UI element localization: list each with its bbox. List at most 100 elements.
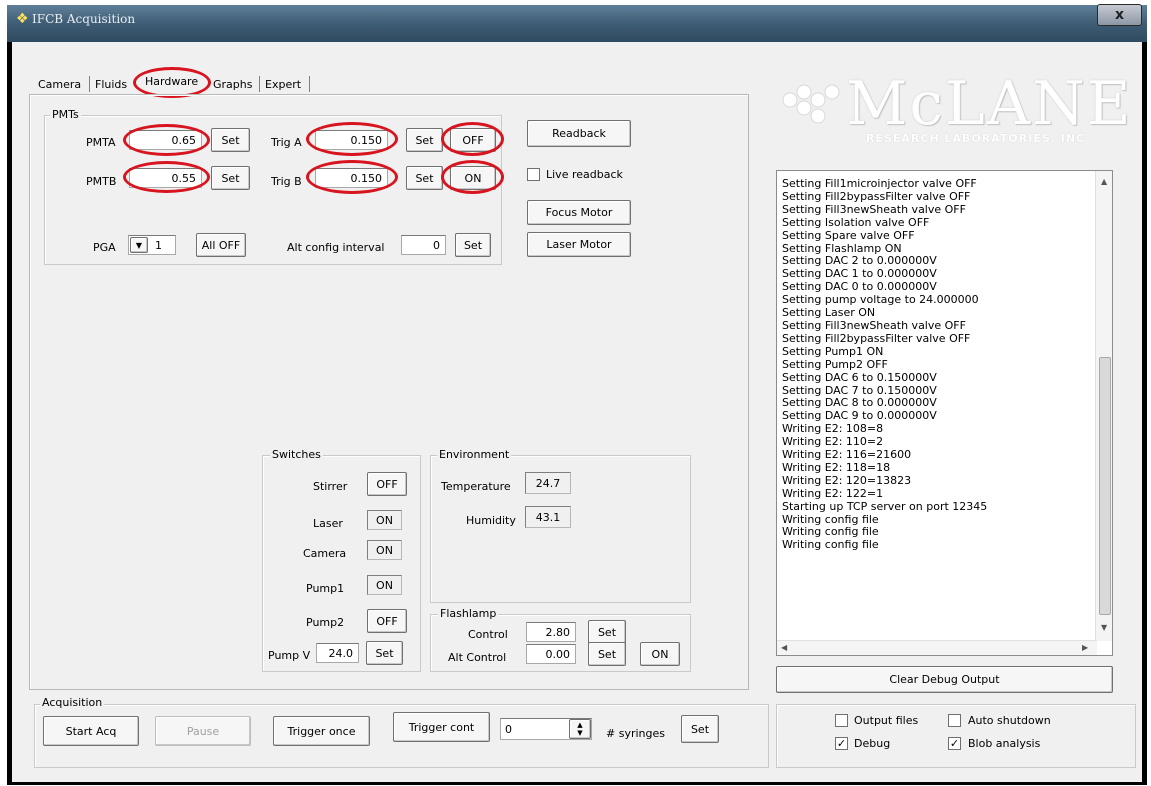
blob-analysis-label: Blob analysis	[968, 737, 1041, 750]
syringes-spinner-icon[interactable]: ▲ ▼	[569, 719, 591, 739]
tab-separator	[259, 76, 260, 92]
alt-config-label: Alt config interval	[287, 241, 385, 254]
scroll-right-icon[interactable]: ▶	[1082, 643, 1088, 652]
scroll-up-icon[interactable]: ▲	[1101, 177, 1107, 186]
debug-line: Setting Pump2 OFF	[782, 357, 888, 371]
horizontal-scrollbar[interactable]: ◀ ▶	[777, 640, 1097, 655]
debug-output-list[interactable]: Setting Fill1microinjector valve OFF Set…	[776, 170, 1113, 656]
control-input[interactable]: 2.80	[526, 622, 576, 642]
mclane-logo: McLANE RESEARCH LABORATORIES, INC	[776, 70, 1131, 152]
logo-text: McLANE	[846, 69, 1133, 139]
scroll-left-icon[interactable]: ◀	[781, 643, 787, 652]
blob-analysis-checkbox[interactable]: ✓	[948, 737, 961, 750]
control-label: Control	[468, 628, 508, 641]
pmta-input[interactable]: 0.65	[129, 130, 202, 150]
focus-motor-button[interactable]: Focus Motor	[527, 200, 631, 225]
pmts-group-label: PMTs	[50, 108, 81, 121]
pmta-set-button[interactable]: Set	[211, 128, 250, 152]
debug-line: Setting Fill3newSheath valve OFF	[782, 202, 966, 216]
laser-toggle[interactable]: ON	[367, 510, 402, 530]
acquisition-group-label: Acquisition	[40, 696, 105, 709]
stirrer-toggle[interactable]: OFF	[367, 472, 407, 496]
tab-separator	[89, 76, 90, 92]
tab-camera[interactable]: Camera	[38, 78, 81, 91]
pmtb-set-button[interactable]: Set	[211, 166, 250, 190]
trigger-once-button[interactable]: Trigger once	[273, 716, 370, 746]
clear-debug-output-button[interactable]: Clear Debug Output	[776, 666, 1113, 693]
pga-label: PGA	[93, 241, 116, 254]
logo-subtext: RESEARCH LABORATORIES, INC	[866, 132, 1086, 145]
readback-button[interactable]: Readback	[527, 120, 631, 147]
output-files-label: Output files	[854, 714, 919, 727]
alt-config-set-button[interactable]: Set	[455, 233, 491, 257]
pmta-label: PMTA	[86, 136, 116, 149]
debug-line: Writing E2: 120=13823	[782, 473, 912, 487]
tab-expert[interactable]: Expert	[265, 78, 301, 91]
humidity-value: 43.1	[525, 506, 571, 528]
title-bar[interactable]	[7, 5, 1147, 42]
trig-b-label: Trig B	[271, 175, 302, 188]
snowflake-icon: ❖	[16, 11, 29, 27]
trig-b-input[interactable]: 0.150	[315, 168, 388, 188]
hexagon-logo-icon	[780, 82, 842, 132]
close-button[interactable]: x	[1097, 4, 1142, 26]
auto-shutdown-label: Auto shutdown	[968, 714, 1051, 727]
debug-line: Writing E2: 122=1	[782, 486, 884, 500]
trig-a-input[interactable]: 0.150	[315, 130, 388, 150]
scroll-thumb[interactable]	[1099, 357, 1111, 615]
debug-line: Setting Fill3newSheath valve OFF	[782, 318, 966, 332]
pump2-toggle[interactable]: OFF	[367, 609, 407, 633]
debug-label: Debug	[854, 737, 891, 750]
alt-config-input[interactable]: 0	[401, 235, 446, 255]
trig-a-toggle-button[interactable]: OFF	[450, 128, 496, 152]
tab-fluids[interactable]: Fluids	[95, 78, 127, 91]
pump1-toggle[interactable]: ON	[367, 575, 402, 595]
laser-label: Laser	[313, 517, 343, 530]
live-readback-checkbox[interactable]	[527, 168, 540, 181]
vertical-scrollbar[interactable]: ▲ ▼	[1095, 171, 1112, 641]
trig-b-toggle-button[interactable]: ON	[450, 166, 496, 190]
scroll-down-icon[interactable]: ▼	[1101, 623, 1107, 632]
temperature-label: Temperature	[441, 480, 511, 493]
trig-a-set-button[interactable]: Set	[406, 128, 443, 152]
syringes-label: # syringes	[606, 727, 665, 740]
flashlamp-group-label: Flashlamp	[438, 607, 499, 620]
pump2-label: Pump2	[306, 616, 345, 629]
flashlamp-toggle[interactable]: ON	[640, 642, 680, 666]
camera-toggle[interactable]: ON	[367, 540, 402, 560]
auto-shutdown-checkbox[interactable]	[948, 714, 961, 727]
laser-motor-button[interactable]: Laser Motor	[527, 232, 631, 257]
all-off-button[interactable]: All OFF	[196, 233, 246, 257]
trigger-cont-button[interactable]: Trigger cont	[393, 712, 490, 742]
tab-hardware[interactable]: Hardware	[145, 75, 198, 88]
alt-control-set-button[interactable]: Set	[588, 642, 626, 666]
pmtb-label: PMTB	[86, 175, 117, 188]
debug-line: Setting Fill2bypassFilter valve OFF	[782, 331, 971, 345]
tab-graphs[interactable]: Graphs	[213, 78, 252, 91]
start-acq-button[interactable]: Start Acq	[43, 716, 139, 746]
pmtb-input[interactable]: 0.55	[129, 168, 202, 188]
debug-line: Writing E2: 118=18	[782, 460, 891, 474]
pump-v-set-button[interactable]: Set	[366, 641, 403, 665]
pause-button[interactable]: Pause	[155, 716, 251, 746]
control-set-button[interactable]: Set	[588, 620, 626, 644]
output-files-checkbox[interactable]	[835, 714, 848, 727]
chevron-down-icon[interactable]: ▼	[130, 237, 148, 253]
debug-checkbox[interactable]: ✓	[835, 737, 848, 750]
window-title: IFCB Acquisition	[32, 12, 136, 26]
camera-label: Camera	[303, 547, 347, 560]
alt-control-label: Alt Control	[448, 651, 507, 664]
debug-line: Setting Fill2bypassFilter valve OFF	[782, 189, 971, 203]
pump1-label: Pump1	[306, 582, 345, 595]
syringes-set-button[interactable]: Set	[681, 715, 719, 743]
pump-v-input[interactable]: 24.0	[316, 643, 359, 663]
alt-control-input[interactable]: 0.00	[526, 644, 576, 664]
trig-b-set-button[interactable]: Set	[406, 166, 443, 190]
tab-separator	[309, 76, 310, 92]
debug-line: Writing config file	[782, 538, 879, 552]
debug-line: Writing E2: 116=21600	[782, 448, 912, 462]
switches-group-label: Switches	[270, 448, 323, 461]
environment-group-label: Environment	[437, 448, 512, 461]
debug-line: Setting Pump1 ON	[782, 344, 884, 358]
temperature-value: 24.7	[525, 472, 571, 494]
